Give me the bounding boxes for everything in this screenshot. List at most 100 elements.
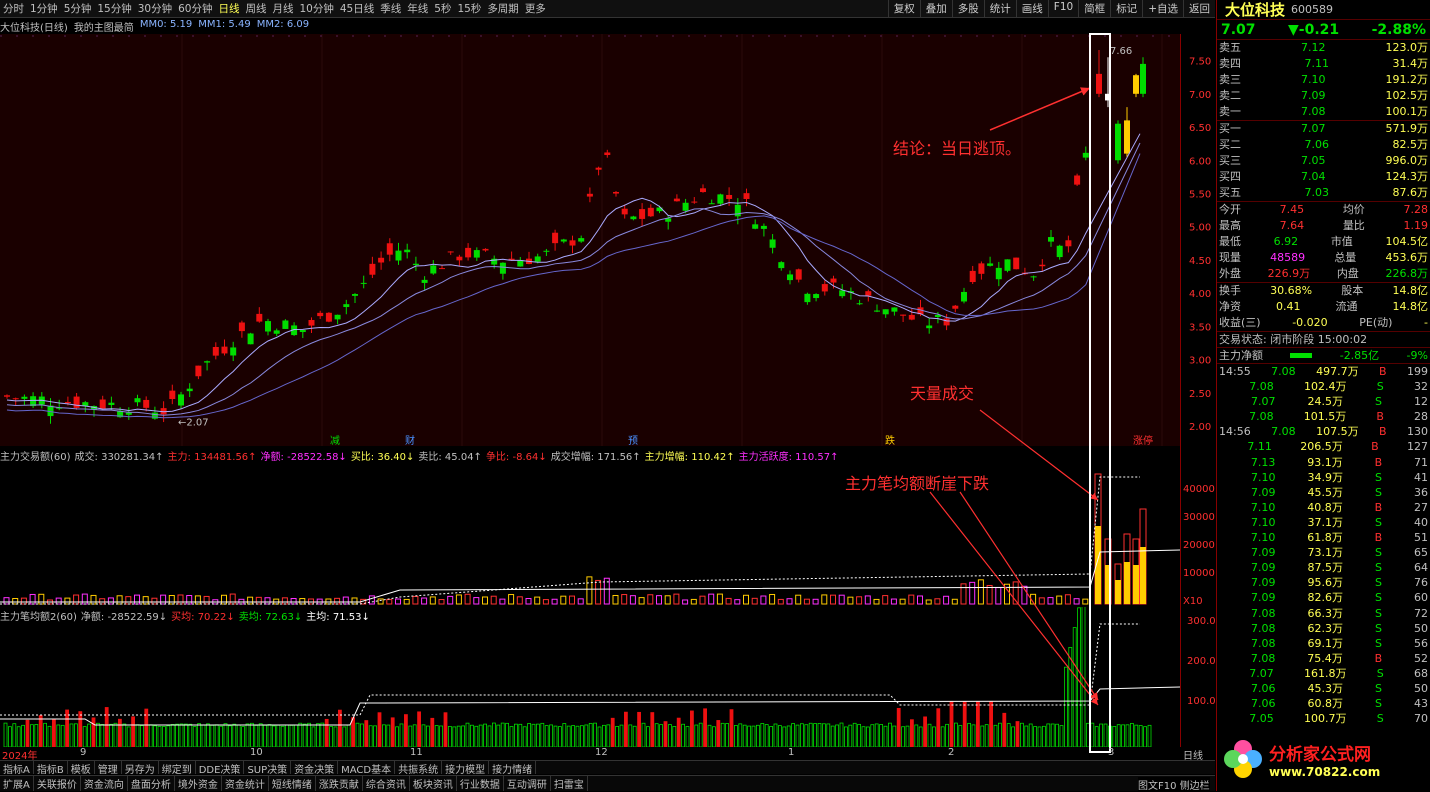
toolbar-btn-6[interactable]: 简框 — [1078, 0, 1110, 17]
tick-row-16-c3: S — [1375, 606, 1382, 620]
formula-name[interactable]: 我的主图最简 — [74, 19, 134, 34]
avg-bar — [531, 723, 536, 747]
sidebar-toggle[interactable]: 图文F10 侧边栏 — [1138, 777, 1210, 792]
bottom-tab-5[interactable]: 绑定到 — [159, 761, 196, 776]
tick-row-12-c3: S — [1375, 546, 1382, 560]
toolbar-btn-3[interactable]: 统计 — [983, 0, 1016, 17]
bottom-tab-6[interactable]: DDE决策 — [196, 761, 245, 776]
period-tab-15[interactable]: 多周期 — [484, 1, 522, 16]
period-tab-13[interactable]: 5秒 — [431, 1, 454, 16]
period-tab-3[interactable]: 15分钟 — [94, 1, 134, 16]
period-tab-16[interactable]: 更多 — [522, 1, 549, 16]
price-tick: 6.00 — [1189, 156, 1211, 167]
event-marker[interactable]: 财 — [405, 434, 415, 446]
period-tab-1[interactable]: 1分钟 — [27, 1, 61, 16]
tick-row-5-c4: 127 — [1406, 440, 1428, 454]
candle — [1048, 230, 1054, 247]
bottom-tab-1[interactable]: 指标B — [34, 761, 68, 776]
period-tab-4[interactable]: 30分钟 — [135, 1, 175, 16]
period-tab-9[interactable]: 10分钟 — [297, 1, 337, 16]
period-tab-7[interactable]: 周线 — [243, 1, 270, 16]
avg-bar — [197, 723, 202, 747]
volume-bar — [151, 597, 158, 605]
annotation-drop: 主力笔均额断崖下跌 — [845, 474, 990, 493]
bottom-tab-2[interactable]: 模板 — [68, 761, 95, 776]
event-marker[interactable]: 涨停 — [1133, 434, 1153, 446]
avg-bar — [998, 722, 1002, 747]
candle — [526, 251, 532, 265]
period-tab-8[interactable]: 月线 — [270, 1, 297, 16]
chart-name: 大位科技(日线) — [0, 23, 68, 34]
bottom-tab-0[interactable]: 指标A — [0, 761, 34, 776]
candlestick-chart[interactable]: 7.66 ←2.07 减 财 预 跌 涨停 — [0, 34, 1180, 446]
ext-tab-8[interactable]: 综合资讯 — [363, 776, 410, 791]
ext-tab-9[interactable]: 板块资讯 — [410, 776, 457, 791]
avg-bar — [817, 723, 822, 747]
tick-row-14-c4: 76 — [1413, 576, 1428, 590]
period-tab-6[interactable]: 日线 — [216, 1, 243, 16]
ext-tab-10[interactable]: 行业数据 — [457, 776, 504, 791]
price-tick: 5.00 — [1189, 223, 1211, 234]
ext-tab-6[interactable]: 短线情绪 — [269, 776, 316, 791]
period-tab-10[interactable]: 45日线 — [337, 1, 377, 16]
volume-bar — [925, 599, 932, 605]
tick-row-17-c1: 7.08 — [1251, 621, 1276, 635]
tick-row-8-c4: 36 — [1413, 485, 1428, 499]
volume-bar — [664, 595, 671, 605]
bottom-tab-3[interactable]: 管理 — [95, 761, 122, 776]
toolbar-btn-5[interactable]: F10 — [1047, 0, 1078, 17]
volume-bar — [125, 596, 132, 605]
event-marker[interactable]: 减 — [330, 435, 340, 446]
period-tab-12[interactable]: 年线 — [404, 1, 431, 16]
buy-row-1: 买二 7.06 82.5万 — [1217, 137, 1430, 153]
toolbar-btn-0[interactable]: 复权 — [887, 0, 920, 17]
toolbar-btn-7[interactable]: 标记 — [1110, 0, 1142, 17]
period-tab-2[interactable]: 5分钟 — [61, 1, 95, 16]
avg-bar — [791, 723, 795, 747]
avg-bar — [602, 724, 606, 747]
price-tick: 4.50 — [1189, 256, 1211, 267]
event-marker[interactable]: 预 — [628, 435, 638, 446]
toolbar-btn-4[interactable]: 画线 — [1015, 0, 1048, 17]
ext-tab-0[interactable]: 扩展A — [0, 776, 34, 791]
bottom-tab-12[interactable]: 接力情绪 — [489, 761, 537, 776]
ext-tab-4[interactable]: 境外资金 — [175, 776, 222, 791]
candle — [760, 223, 767, 237]
event-marker[interactable]: 跌 — [885, 434, 895, 446]
avg-bar — [276, 724, 281, 747]
toolbar-btn-2[interactable]: 多股 — [951, 0, 984, 17]
avg-bar — [293, 724, 298, 747]
bottom-tab-10[interactable]: 共振系统 — [395, 761, 443, 776]
volume-bar — [647, 594, 654, 605]
ext-tab-5[interactable]: 资金统计 — [222, 776, 269, 791]
ext-tab-7[interactable]: 涨跌贡献 — [316, 776, 363, 791]
ext-tab-12[interactable]: 扫雷宝 — [551, 776, 588, 791]
period-toolbar: 分时 1分钟 5分钟 15分钟 30分钟 60分钟 日线 周线 月线 10分钟 45日线 季线 年线 5秒… — [0, 0, 1215, 18]
candle — [169, 384, 176, 405]
bottom-tab-4[interactable]: 另存为 — [122, 761, 159, 776]
ext-tab-3[interactable]: 盘面分析 — [128, 776, 175, 791]
bottom-tab-9[interactable]: MACD基本 — [338, 761, 396, 776]
period-tab-0[interactable]: 分时 — [0, 1, 27, 16]
period-tab-14[interactable]: 15秒 — [454, 1, 484, 16]
avg-bar — [1112, 726, 1117, 747]
bottom-tab-8[interactable]: 资金决策 — [291, 761, 339, 776]
toolbar-btn-1[interactable]: 叠加 — [919, 0, 952, 17]
main-force-avg-indicator[interactable] — [0, 607, 1180, 747]
stat-row-4-c0: 外盘 — [1219, 267, 1241, 280]
period-tab-11[interactable]: 季线 — [377, 1, 404, 16]
toolbar-btn-9[interactable]: 返回 — [1183, 0, 1215, 17]
ext-tab-11[interactable]: 互动调研 — [504, 776, 551, 791]
toolbar-btn-8[interactable]: +自选 — [1142, 0, 1183, 17]
avg-bar — [1020, 722, 1024, 747]
avg-bar — [271, 725, 276, 747]
candle — [987, 256, 994, 267]
bottom-tab-11[interactable]: 接力模型 — [442, 761, 490, 776]
tick-row-4-c3: B — [1379, 425, 1387, 439]
period-tab-5[interactable]: 60分钟 — [175, 1, 215, 16]
ext-tab-2[interactable]: 资金流向 — [81, 776, 128, 791]
volume-bar — [986, 584, 993, 605]
main-force-volume-indicator[interactable] — [0, 462, 1180, 607]
ext-tab-1[interactable]: 关联报价 — [34, 776, 81, 791]
bottom-tab-7[interactable]: SUP决策 — [244, 761, 292, 776]
